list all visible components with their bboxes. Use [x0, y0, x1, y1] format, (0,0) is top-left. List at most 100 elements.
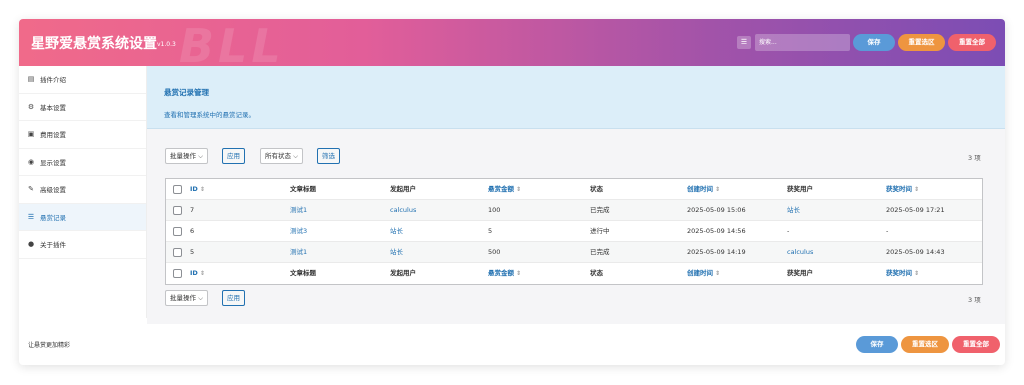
cell-winner-link[interactable]: calculus — [787, 242, 813, 263]
list-icon[interactable]: ☰ — [737, 36, 751, 49]
sidebar-item-label: 悬赏记录 — [40, 213, 66, 222]
cell-created: 2025-05-09 14:56 — [687, 227, 746, 235]
cell-title-link[interactable]: 测试1 — [290, 200, 307, 221]
bulk-actions-label: 批量操作 — [170, 152, 196, 160]
sort-icon: ⇕ — [715, 270, 721, 277]
filter-button[interactable]: 筛选 — [317, 148, 340, 164]
apply-button-bottom[interactable]: 应用 — [222, 290, 245, 306]
column-label: 创建时间 — [687, 185, 713, 193]
column-header-user: 发起用户 — [390, 269, 416, 277]
sidebar-item-label: 费用设置 — [40, 131, 66, 140]
footer-save-button[interactable]: 保存 — [856, 336, 898, 353]
footer-text: 让悬赏更加精彩 — [28, 342, 71, 349]
sidebar: ▤ 插件介绍 ⚙ 基本设置 ▣ 费用设置 ◉ 显示设置 ✎ 高级设置 ☰ 悬赏记… — [19, 66, 147, 318]
footer-reset-section-button[interactable]: 重置选区 — [901, 336, 949, 353]
column-header-created[interactable]: 创建时间 ⇕ — [687, 179, 720, 200]
info-icon: ● — [27, 240, 35, 249]
sidebar-item-display[interactable]: ◉ 显示设置 — [19, 149, 146, 176]
cell-awarded: - — [886, 227, 889, 235]
column-label: 创建时间 — [687, 269, 713, 277]
status-filter-label: 所有状态 — [265, 152, 291, 160]
section-title: 悬赏记录管理 — [164, 88, 209, 97]
book-icon: ▤ — [27, 75, 35, 84]
column-header-amount[interactable]: 悬赏金额 ⇕ — [488, 179, 521, 200]
column-header-awarded[interactable]: 获奖时间 ⇕ — [886, 179, 919, 200]
column-header-awarded[interactable]: 获奖时间 ⇕ — [886, 263, 919, 284]
cell-amount: 500 — [488, 248, 501, 256]
reset-section-button[interactable]: 重置选区 — [898, 34, 945, 51]
sidebar-item-label: 插件介绍 — [40, 76, 66, 85]
sort-icon: ⇕ — [715, 186, 721, 193]
sidebar-item-label: 显示设置 — [40, 158, 66, 167]
wrench-icon: ✎ — [28, 185, 34, 194]
column-label: 悬赏金额 — [488, 269, 514, 277]
money-icon: ▣ — [27, 130, 35, 139]
table-row: 7 测试1 calculus 100 已完成 2025-05-09 15:06 … — [166, 200, 982, 221]
chevron-down-icon: ⌵ — [198, 152, 204, 160]
sidebar-item-records[interactable]: ☰ 悬赏记录 — [19, 203, 146, 231]
sidebar-item-label: 基本设置 — [40, 103, 66, 112]
section-description: 查看和管理系统中的悬赏记录。 — [164, 111, 255, 119]
search-input[interactable] — [755, 34, 850, 51]
row-checkbox[interactable] — [173, 206, 182, 215]
header-watermark: BLL — [179, 19, 285, 73]
column-header-amount[interactable]: 悬赏金额 ⇕ — [488, 263, 521, 284]
sidebar-item-fees[interactable]: ▣ 费用设置 — [19, 121, 146, 149]
apply-button[interactable]: 应用 — [222, 148, 245, 164]
cell-status: 进行中 — [590, 227, 610, 235]
row-checkbox[interactable] — [173, 227, 182, 236]
sort-icon: ⇕ — [199, 186, 205, 193]
footer-reset-all-button[interactable]: 重置全部 — [952, 336, 1000, 353]
cell-user-link[interactable]: 站长 — [390, 221, 403, 242]
column-header-status: 状态 — [590, 185, 603, 193]
section-banner: 悬赏记录管理 查看和管理系统中的悬赏记录。 — [147, 66, 1005, 129]
item-count: 3 项 — [968, 154, 981, 162]
bulk-actions-label: 批量操作 — [170, 294, 196, 302]
table-row: 5 测试1 站长 500 已完成 2025-05-09 14:19 calcul… — [166, 242, 982, 263]
page-title: 星野爱悬赏系统设置 — [31, 36, 157, 52]
column-label: 获奖时间 — [886, 269, 912, 277]
version-label: v1.0.3 — [157, 41, 176, 48]
column-header-id[interactable]: ID ⇕ — [190, 179, 205, 200]
bulk-actions-select-bottom[interactable]: 批量操作 ⌵ — [165, 290, 209, 306]
save-button[interactable]: 保存 — [853, 34, 895, 51]
column-header-title: 文章标题 — [290, 269, 316, 277]
status-filter-select[interactable]: 所有状态 ⌵ — [260, 148, 304, 164]
chevron-down-icon: ⌵ — [293, 152, 299, 160]
cell-id: 5 — [190, 248, 195, 256]
sidebar-item-label: 关于插件 — [40, 241, 66, 250]
column-header-id[interactable]: ID ⇕ — [190, 263, 205, 284]
sidebar-item-advanced[interactable]: ✎ 高级设置 — [19, 176, 146, 204]
eye-icon: ◉ — [27, 157, 35, 166]
sort-icon: ⇕ — [914, 186, 920, 193]
main-content: 悬赏记录管理 查看和管理系统中的悬赏记录。 批量操作 ⌵ 应用 所有状态 ⌵ 筛… — [147, 66, 1005, 324]
cell-title-link[interactable]: 测试1 — [290, 242, 307, 263]
column-header-winner: 获奖用户 — [787, 185, 813, 193]
sidebar-item-intro[interactable]: ▤ 插件介绍 — [19, 66, 146, 94]
cell-winner-link[interactable]: 站长 — [787, 200, 800, 221]
row-checkbox[interactable] — [173, 248, 182, 257]
cell-awarded: 2025-05-09 17:21 — [886, 206, 945, 214]
cell-title-link[interactable]: 测试3 — [290, 221, 307, 242]
sidebar-item-about[interactable]: ● 关于插件 — [19, 231, 146, 259]
settings-panel: BLL 星野爱悬赏系统设置 v1.0.3 ☰ 保存 重置选区 重置全部 ▤ 插件… — [19, 19, 1005, 365]
cell-amount: 100 — [488, 206, 501, 214]
reset-all-button[interactable]: 重置全部 — [948, 34, 996, 51]
header-bar: BLL 星野爱悬赏系统设置 v1.0.3 ☰ 保存 重置选区 重置全部 — [19, 19, 1005, 73]
select-all-checkbox[interactable] — [173, 185, 182, 194]
cell-awarded: 2025-05-09 14:43 — [886, 248, 945, 256]
cell-user-link[interactable]: 站长 — [390, 242, 403, 263]
sidebar-item-basic[interactable]: ⚙ 基本设置 — [19, 94, 146, 121]
bulk-actions-select[interactable]: 批量操作 ⌵ — [165, 148, 209, 164]
records-table: ID ⇕ 文章标题 发起用户 悬赏金额 ⇕ 状态 创建时间 ⇕ 获奖用户 获奖时间 ⇕ … — [165, 178, 983, 285]
cell-user-link[interactable]: calculus — [390, 200, 416, 221]
column-header-status: 状态 — [590, 269, 603, 277]
column-header-winner: 获奖用户 — [787, 269, 813, 277]
column-header-title: 文章标题 — [290, 185, 316, 193]
gears-icon: ⚙ — [27, 102, 35, 111]
sort-icon: ⇕ — [914, 270, 920, 277]
select-all-checkbox[interactable] — [173, 269, 182, 278]
cell-created: 2025-05-09 14:19 — [687, 248, 746, 256]
column-header-created[interactable]: 创建时间 ⇕ — [687, 263, 720, 284]
cell-status: 已完成 — [590, 206, 610, 214]
